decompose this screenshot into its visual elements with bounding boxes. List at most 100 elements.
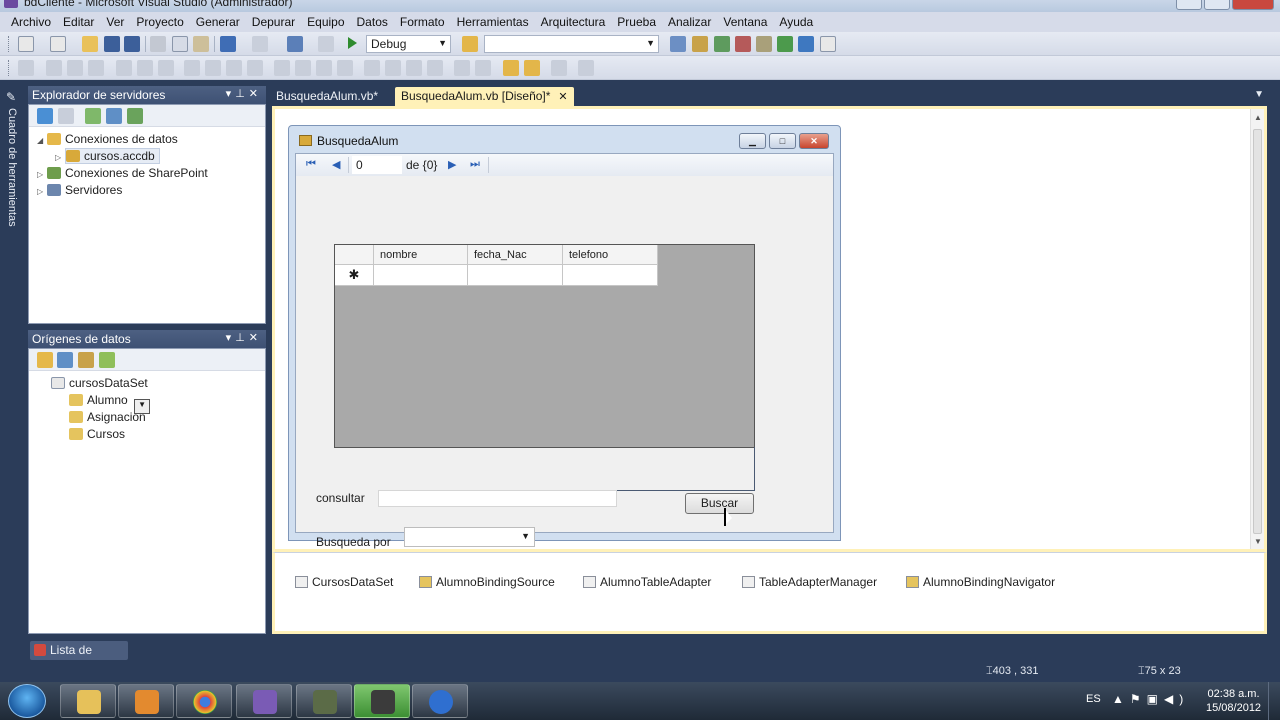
save-all-icon[interactable] — [124, 36, 140, 52]
tree-item-servers[interactable]: ▷ Servidores — [37, 183, 122, 200]
minimize-button[interactable] — [1176, 0, 1202, 10]
refresh-icon[interactable] — [37, 108, 53, 124]
make-same-width-icon[interactable] — [184, 60, 200, 76]
edit-dataset-icon[interactable] — [57, 352, 73, 368]
form-busquedaalum[interactable]: BusquedaAlum ▁ □ ✕ ⏮ ◀ 0 de {0} ▶ ⏭ nomb… — [288, 125, 841, 549]
cut-icon[interactable] — [150, 36, 166, 52]
form-maximize-button[interactable]: □ — [769, 133, 796, 149]
new-project-icon[interactable] — [18, 36, 34, 52]
close-icon[interactable]: ✕ — [249, 332, 262, 344]
scroll-down-icon[interactable]: ▼ — [1254, 537, 1262, 546]
dropdown-icon[interactable]: ▾ — [226, 332, 236, 344]
horizontal-spacing-equal-icon[interactable] — [274, 60, 290, 76]
busqueda-por-combobox[interactable]: ▼ — [404, 527, 535, 547]
refresh-data-icon[interactable] — [99, 352, 115, 368]
menu-analizar[interactable]: Analizar — [662, 15, 717, 29]
taskbar-visual-studio[interactable] — [236, 684, 292, 718]
size-to-grid-icon[interactable] — [247, 60, 263, 76]
component-alumnobindingnavigator[interactable]: AlumnoBindingNavigator — [906, 575, 1055, 589]
buscar-button[interactable]: Buscar — [685, 493, 754, 514]
bring-to-front-icon[interactable] — [503, 60, 519, 76]
stop-refresh-icon[interactable] — [58, 108, 74, 124]
expand-icon[interactable]: ▷ — [37, 170, 47, 179]
menu-equipo[interactable]: Equipo — [301, 15, 350, 29]
pin-icon[interactable]: ⊥ — [235, 88, 249, 100]
taskbar-chrome[interactable] — [176, 684, 232, 718]
move-first-icon[interactable]: ⏮ — [306, 158, 316, 171]
navigate-forward-icon[interactable] — [318, 36, 334, 52]
align-middles-icon[interactable] — [137, 60, 153, 76]
flag-icon[interactable]: ⚑ — [1130, 692, 1147, 706]
remove-vertical-spacing-icon[interactable] — [427, 60, 443, 76]
paste-icon[interactable] — [193, 36, 209, 52]
extension-manager-icon[interactable] — [798, 36, 814, 52]
align-centers-icon[interactable] — [67, 60, 83, 76]
align-lefts-icon[interactable] — [46, 60, 62, 76]
designer-vertical-scrollbar[interactable]: ▲ ▼ — [1250, 109, 1264, 549]
tree-item-cursos[interactable]: Cursos — [69, 427, 125, 444]
center-vertically-icon[interactable] — [475, 60, 491, 76]
input-language[interactable]: ES — [1086, 693, 1101, 705]
save-icon[interactable] — [104, 36, 120, 52]
taskbar-app[interactable] — [296, 684, 352, 718]
vertical-spacing-equal-icon[interactable] — [364, 60, 380, 76]
consultar-textbox[interactable] — [378, 490, 617, 507]
position-input[interactable]: 0 — [352, 156, 402, 174]
menu-generar[interactable]: Generar — [190, 15, 246, 29]
center-horizontally-icon[interactable] — [454, 60, 470, 76]
column-header-telefono[interactable]: telefono — [563, 245, 658, 265]
menu-datos[interactable]: Datos — [351, 15, 394, 29]
add-item-icon[interactable] — [50, 36, 66, 52]
start-button[interactable] — [8, 684, 46, 718]
menu-archivo[interactable]: Archivo — [5, 15, 57, 29]
form-minimize-button[interactable]: ▁ — [739, 133, 766, 149]
tools-icon[interactable] — [756, 36, 772, 52]
move-previous-icon[interactable]: ◀ — [332, 158, 340, 171]
align-tops-icon[interactable] — [116, 60, 132, 76]
align-bottoms-icon[interactable] — [158, 60, 174, 76]
toolbar-grip[interactable] — [8, 36, 11, 52]
menu-prueba[interactable]: Prueba — [611, 15, 662, 29]
decrease-vertical-spacing-icon[interactable] — [406, 60, 422, 76]
collapse-icon[interactable]: ◢ — [37, 136, 47, 145]
tab-busquedaalum-code[interactable]: BusquedaAlum.vb* — [270, 87, 384, 106]
menu-formato[interactable]: Formato — [394, 15, 451, 29]
increase-vertical-spacing-icon[interactable] — [385, 60, 401, 76]
show-desktop-button[interactable] — [1268, 682, 1280, 720]
send-to-back-icon[interactable] — [524, 60, 540, 76]
tree-item-cursosdataset[interactable]: cursosDataSet — [51, 376, 148, 393]
align-to-grid-icon[interactable] — [18, 60, 34, 76]
scrollbar-thumb[interactable] — [1253, 129, 1262, 534]
tab-busquedaalum-design[interactable]: BusquedaAlum.vb [Diseño]* ✕ — [395, 87, 574, 106]
start-debugging-icon[interactable] — [348, 37, 357, 49]
connect-sharepoint-icon[interactable] — [127, 108, 143, 124]
system-clock[interactable]: 02:38 a.m. 15/08/2012 — [1206, 687, 1261, 715]
menu-ver[interactable]: Ver — [100, 15, 130, 29]
properties-icon[interactable] — [692, 36, 708, 52]
pin-icon[interactable]: ⊥ — [235, 332, 249, 344]
undo-icon[interactable] — [220, 36, 236, 52]
dropdown-icon[interactable]: ▾ — [226, 88, 236, 100]
tree-item-alumno[interactable]: Alumno ▼ — [69, 393, 151, 414]
start-page-icon[interactable] — [777, 36, 793, 52]
connect-to-database-icon[interactable] — [85, 108, 101, 124]
find-combo[interactable]: ▼ — [484, 35, 659, 53]
remove-horizontal-spacing-icon[interactable] — [337, 60, 353, 76]
expand-icon[interactable]: ▷ — [37, 187, 47, 196]
navigate-backward-icon[interactable] — [287, 36, 303, 52]
increase-horizontal-spacing-icon[interactable] — [295, 60, 311, 76]
object-browser-icon[interactable] — [714, 36, 730, 52]
taskbar-running-form[interactable] — [354, 684, 410, 718]
tree-item-cursos-accdb[interactable]: ▷ cursos.accdb — [55, 148, 160, 166]
taskbar-explorer[interactable] — [60, 684, 116, 718]
decrease-horizontal-spacing-icon[interactable] — [316, 60, 332, 76]
redo-icon[interactable] — [252, 36, 268, 52]
toolbox-strip[interactable]: ✎ Cuadro de herramientas — [0, 86, 27, 636]
component-cursosdataset[interactable]: CursosDataSet — [295, 575, 393, 589]
command-window-icon[interactable] — [820, 36, 836, 52]
configure-dataset-icon[interactable] — [78, 352, 94, 368]
component-tableadaptermanager[interactable]: TableAdapterManager — [742, 575, 877, 589]
solution-config-select[interactable]: Debug ▼ — [366, 35, 451, 53]
expand-icon[interactable]: ▷ — [55, 153, 65, 162]
align-rights-icon[interactable] — [88, 60, 104, 76]
